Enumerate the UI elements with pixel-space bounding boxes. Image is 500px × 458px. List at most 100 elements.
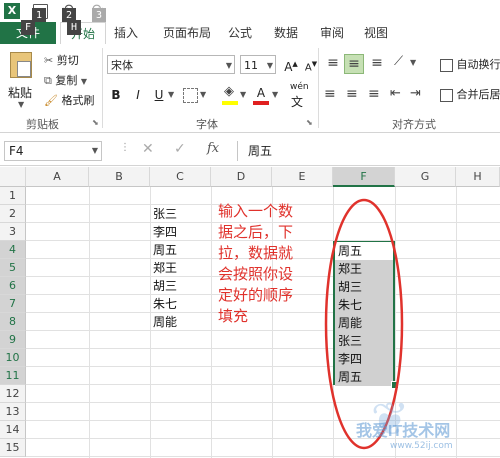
tab-view[interactable]: 视图 (358, 22, 394, 44)
align-center-icon[interactable]: ≡ (346, 86, 358, 102)
copy-dropdown-icon[interactable]: ▼ (81, 77, 87, 86)
formula-input[interactable]: 周五 (237, 141, 500, 161)
tab-page-layout[interactable]: 页面布局 (154, 22, 220, 44)
paste-button[interactable]: 粘贴 (8, 84, 32, 101)
column-header-b[interactable]: B (89, 167, 150, 187)
tab-formulas[interactable]: 公式 (222, 22, 258, 44)
enter-icon[interactable]: ✓ (174, 141, 186, 157)
font-size-combo[interactable]: 11 ▼ (240, 55, 276, 74)
row-header-10[interactable]: 10 (0, 349, 26, 367)
bold-button[interactable]: B (107, 86, 125, 104)
keytip-h: H (67, 20, 81, 35)
borders-dropdown-icon[interactable]: ▼ (200, 90, 206, 99)
format-painter-button[interactable]: 🖌 格式刷 (44, 92, 94, 108)
brush-icon: 🖌 (44, 94, 58, 107)
paste-dropdown-icon[interactable]: ▼ (18, 100, 24, 109)
underline-button[interactable]: U (150, 86, 168, 104)
row-header-1[interactable]: 1 (0, 187, 26, 205)
instruction-annotation: 输入一个数据之后，下拉，数据就会按照你设定好的顺序填充 (218, 202, 294, 325)
column-header-a[interactable]: A (26, 167, 89, 187)
row-header-15[interactable]: 15 (0, 439, 26, 457)
keytip-f: F (21, 20, 35, 35)
font-name-combo[interactable]: 宋体 ▼ (107, 55, 235, 74)
font-launcher-icon[interactable]: ⬊ (306, 118, 313, 127)
align-middle-icon[interactable]: ≡ (344, 54, 364, 74)
font-group-label: 字体 (196, 118, 218, 131)
watermark-text: 我爱IT技术网 (356, 423, 451, 440)
chevron-down-icon: ▼ (266, 61, 273, 70)
gridline (26, 330, 500, 331)
underline-dropdown-icon[interactable]: ▼ (168, 90, 174, 99)
tab-data[interactable]: 数据 (268, 22, 304, 44)
row-header-9[interactable]: 9 (0, 331, 26, 349)
column-header-c[interactable]: C (150, 167, 211, 187)
cut-button[interactable]: ✂ 剪切 (44, 52, 79, 68)
copy-button[interactable]: ⧉ 复制 ▼ (44, 72, 87, 88)
row-header-8[interactable]: 8 (0, 313, 26, 331)
font-color-bar (253, 101, 269, 105)
clipboard-launcher-icon[interactable]: ⬊ (92, 118, 99, 127)
row-header-12[interactable]: 12 (0, 385, 26, 403)
cell-c4[interactable]: 周五 (150, 241, 211, 259)
gridline (211, 187, 212, 458)
title-bar: X 1 ↶ 2 ↷ 3 (0, 0, 500, 23)
column-header-g[interactable]: G (395, 167, 456, 187)
column-header-h[interactable]: H (456, 167, 500, 187)
wrap-text-icon (440, 58, 453, 72)
phonetic-button[interactable]: wén (290, 82, 309, 92)
cell-c3[interactable]: 李四 (150, 223, 211, 241)
worksheet-grid[interactable]: A B C D E F G H 1 2 3 4 5 6 7 8 9 10 11 … (0, 167, 500, 458)
row-header-2[interactable]: 2 (0, 205, 26, 223)
row-header-3[interactable]: 3 (0, 223, 26, 241)
clipboard-group-label: 剪贴板 (26, 118, 59, 131)
gridline (26, 456, 500, 457)
orientation-dropdown-icon[interactable]: ▼ (410, 58, 416, 67)
row-header-5[interactable]: 5 (0, 259, 26, 277)
row-header-7[interactable]: 7 (0, 295, 26, 313)
select-all-corner[interactable] (0, 167, 26, 187)
orientation-icon[interactable]: ⟋ (394, 54, 403, 69)
chevron-down-icon[interactable]: ▼ (92, 142, 98, 160)
fill-color-bar (222, 101, 238, 105)
column-header-e[interactable]: E (272, 167, 333, 187)
align-bottom-icon[interactable]: ≡ (368, 54, 386, 72)
fill-color-dropdown-icon[interactable]: ▼ (240, 90, 246, 99)
grow-font-button[interactable]: A▲ (282, 55, 300, 74)
tab-insert[interactable]: 插入 (106, 22, 146, 44)
increase-indent-icon[interactable]: ⇥ (410, 86, 421, 101)
insert-function-icon[interactable]: fx (207, 141, 219, 156)
cell-c2[interactable]: 张三 (150, 205, 211, 223)
fill-color-icon[interactable]: ◈ (224, 84, 234, 99)
column-header-d[interactable]: D (211, 167, 272, 187)
separator (318, 48, 319, 128)
align-right-icon[interactable]: ≡ (368, 86, 380, 102)
cell-c6[interactable]: 胡三 (150, 277, 211, 295)
column-header-f[interactable]: F (333, 167, 395, 187)
italic-button[interactable]: I (129, 86, 147, 104)
tab-review[interactable]: 审阅 (314, 22, 350, 44)
align-left-icon[interactable]: ≡ (324, 86, 336, 102)
cell-c5[interactable]: 郑王 (150, 259, 211, 277)
row-header-13[interactable]: 13 (0, 403, 26, 421)
row-header-6[interactable]: 6 (0, 277, 26, 295)
row-header-11[interactable]: 11 (0, 367, 26, 385)
merge-center-button[interactable]: 合并后居 (440, 86, 500, 102)
font-color-dropdown-icon[interactable]: ▼ (272, 90, 278, 99)
align-top-icon[interactable]: ≡ (324, 54, 342, 72)
phonetic-icon: 文 (291, 95, 304, 109)
alignment-group-label: 对齐方式 (392, 118, 436, 131)
row-header-4[interactable]: 4 (0, 241, 26, 259)
cell-c8[interactable]: 周能 (150, 313, 211, 331)
cancel-icon[interactable]: ✕ (142, 141, 154, 157)
wrap-text-button[interactable]: 自动换行 (440, 56, 500, 72)
row-header-14[interactable]: 14 (0, 421, 26, 439)
font-color-button[interactable]: A (252, 84, 270, 102)
formula-bar: F4 ▼ ⋮ ✕ ✓ fx 周五 (0, 137, 500, 166)
paste-icon[interactable] (10, 52, 32, 78)
decrease-indent-icon[interactable]: ⇤ (390, 86, 401, 101)
name-box[interactable]: F4 ▼ (4, 141, 102, 161)
borders-icon[interactable] (183, 88, 198, 103)
gridline (26, 348, 500, 349)
gridline (89, 187, 90, 458)
cell-c7[interactable]: 朱七 (150, 295, 211, 313)
